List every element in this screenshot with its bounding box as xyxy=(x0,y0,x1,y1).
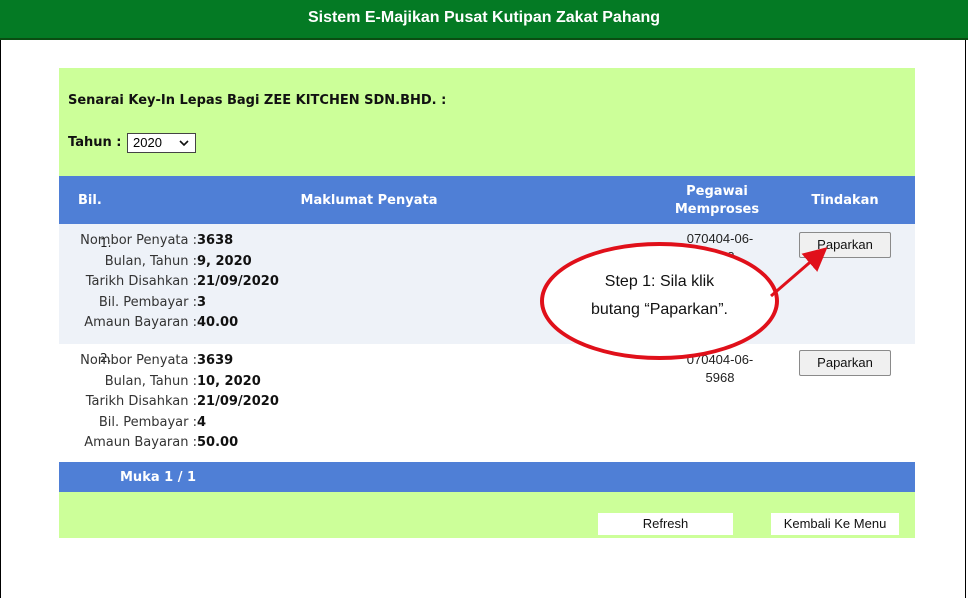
pegawai-id-line2: 5968 xyxy=(705,370,735,385)
value-bulan: 10, 2020 xyxy=(197,373,261,389)
instruction-callout: Step 1: Sila klik butang “Paparkan”. xyxy=(540,242,779,360)
label-bulan: Bulan, Tahun : xyxy=(104,253,197,269)
statement-info: Nombor Penyata :3639 Bulan, Tahun :10, 2… xyxy=(0,351,279,454)
paparkan-button[interactable]: Paparkan xyxy=(799,232,891,258)
label-amaun: Amaun Bayaran : xyxy=(84,315,197,330)
callout-text: Step 1: Sila klik butang “Paparkan”. xyxy=(544,268,775,324)
tahun-label: Tahun : xyxy=(68,135,122,150)
table-header: Bil. Maklumat Penyata Pegawai Memproses … xyxy=(59,176,915,224)
label-pembayar: Bil. Pembayar : xyxy=(98,414,197,430)
label-tarikh: Tarikh Disahkan : xyxy=(85,274,197,289)
label-nombor: Nombor Penyata : xyxy=(80,233,197,248)
back-to-menu-button[interactable]: Kembali Ke Menu xyxy=(771,513,899,535)
label-pembayar: Bil. Pembayar : xyxy=(98,294,197,310)
value-pembayar: 4 xyxy=(197,414,207,430)
label-bulan: Bulan, Tahun : xyxy=(104,373,197,389)
column-header-maklumat: Maklumat Penyata xyxy=(300,193,438,208)
app-title: Sistem E-Majikan Pusat Kutipan Zakat Pah… xyxy=(307,9,661,26)
value-amaun: 40.00 xyxy=(197,315,239,330)
tahun-selected-value: 2020 xyxy=(133,135,162,150)
value-amaun: 50.00 xyxy=(197,435,239,450)
callout-line1: Step 1: Sila klik xyxy=(604,273,715,290)
refresh-button[interactable]: Refresh xyxy=(598,513,733,535)
paparkan-button[interactable]: Paparkan xyxy=(799,350,891,376)
column-header-pegawai-line1: Pegawai xyxy=(686,184,748,199)
header-bar: Sistem E-Majikan Pusat Kutipan Zakat Pah… xyxy=(0,0,968,40)
page-heading: Senarai Key-In Lepas Bagi ZEE KITCHEN SD… xyxy=(68,93,447,108)
value-bulan: 9, 2020 xyxy=(197,253,252,269)
column-header-bil: Bil. xyxy=(78,193,102,208)
label-amaun: Amaun Bayaran : xyxy=(84,435,197,450)
value-tarikh: 21/09/2020 xyxy=(197,394,279,409)
chevron-down-icon xyxy=(178,135,190,156)
column-header-tindakan: Tindakan xyxy=(811,193,879,208)
column-header-pegawai-line2: Memproses xyxy=(674,202,760,217)
tahun-select[interactable]: 2020 xyxy=(127,133,196,153)
statement-info: Nombor Penyata :3638 Bulan, Tahun :9, 20… xyxy=(0,231,279,334)
value-pembayar: 3 xyxy=(197,294,207,310)
label-nombor: Nombor Penyata : xyxy=(80,353,197,368)
page-indicator: Muka 1 / 1 xyxy=(120,470,197,485)
pager-bar: Muka 1 / 1 xyxy=(59,462,915,492)
value-nombor: 3638 xyxy=(197,233,234,248)
callout-line2: butang “Paparkan”. xyxy=(591,301,728,318)
value-tarikh: 21/09/2020 xyxy=(197,274,279,289)
value-nombor: 3639 xyxy=(197,353,234,368)
label-tarikh: Tarikh Disahkan : xyxy=(85,394,197,409)
